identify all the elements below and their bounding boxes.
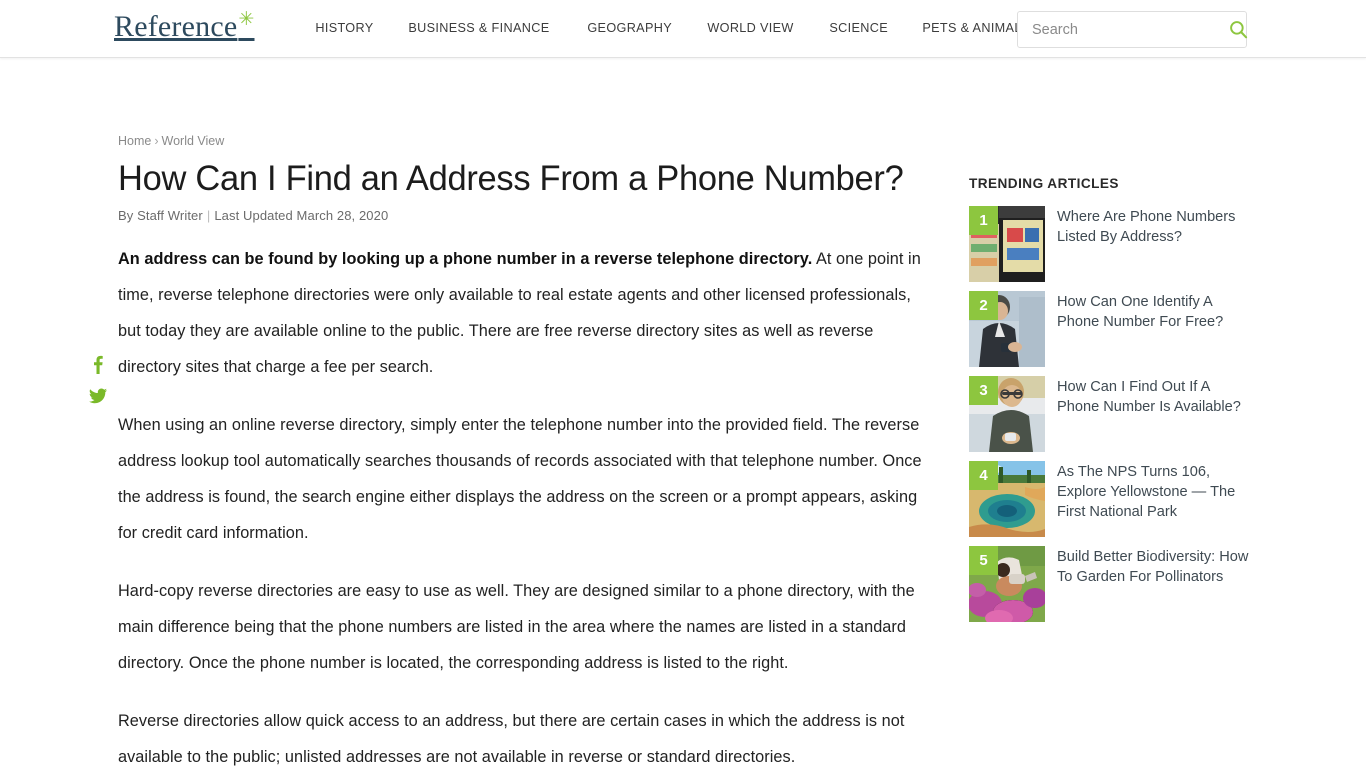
main-navigation: HISTORY BUSINESS & FINANCE GEOGRAPHY WOR… [300,20,1051,35]
twitter-share-icon[interactable] [88,386,108,406]
breadcrumb-home[interactable]: Home [118,134,151,148]
trending-rank-2: 2 [969,291,998,320]
trending-rank-5: 5 [969,546,998,575]
trending-item-2[interactable]: 2 How Can One Identify A Phone Number Fo… [969,291,1254,367]
nav-item-history[interactable]: HISTORY [300,20,389,35]
trending-thumbnail-3: 3 [969,376,1045,452]
trending-rank-4: 4 [969,461,998,490]
asterisk-icon: ✳ [238,9,255,30]
trending-rank-1: 1 [969,206,998,235]
trending-rank-3: 3 [969,376,998,405]
nav-item-business-finance[interactable]: BUSINESS & FINANCE [393,20,565,35]
trending-sidebar: TRENDING ARTICLES 1 Where Are Phone Numb… [969,176,1254,631]
search-input[interactable] [1018,12,1229,47]
article-body: An address can be found by looking up a … [89,241,936,768]
breadcrumb-separator: › [154,134,159,148]
trending-thumbnail-1: 1 [969,206,1045,282]
trending-item-4[interactable]: 4 As The NPS Turns 106, Explore Yellowst… [969,461,1254,537]
article-paragraph-3: Hard-copy reverse directories are easy t… [118,582,915,672]
trending-heading: TRENDING ARTICLES [969,176,1119,191]
article-paragraph-1-rest: At one point in time, reverse telephone … [118,250,921,376]
article-paragraph-4: Reverse directories allow quick access t… [118,712,905,766]
search-box[interactable] [1017,11,1248,48]
article-byline: By Staff Writer | Last Updated March 28, 2… [118,208,936,223]
social-share-rail [88,354,112,418]
search-icon [1230,21,1248,39]
trending-title-1: Where Are Phone Numbers Listed By Addres… [1057,209,1236,245]
trending-thumbnail-4: 4 [969,461,1045,537]
byline-divider: | [206,208,211,223]
byline-author: By Staff Writer [118,208,203,223]
breadcrumb-world-view[interactable]: World View [162,134,225,148]
trending-title-3: How Can I Find Out If A Phone Number Is … [1057,379,1241,415]
nav-item-geography[interactable]: GEOGRAPHY [572,20,687,35]
nav-item-science[interactable]: SCIENCE [814,20,903,35]
nav-item-world-view[interactable]: WORLD VIEW [692,20,809,35]
trending-title-4: As The NPS Turns 106, Explore Yellowston… [1057,464,1236,520]
article-paragraph-1: An address can be found by looking up a … [118,241,936,385]
article-lead-sentence: An address can be found by looking up a … [118,250,813,268]
search-button[interactable] [1229,12,1248,47]
trending-title-2: How Can One Identify A Phone Number For … [1057,294,1224,330]
byline-updated: Last Updated March 28, 2020 [214,208,389,223]
site-header: Reference✳ HISTORY BUSINESS & FINANCE GE… [0,0,1366,58]
site-logo-text: Reference [114,10,238,43]
facebook-share-icon[interactable] [88,354,108,374]
trending-title-5: Build Better Biodiversity: How To Garden… [1057,549,1249,585]
breadcrumb: Home › World View [118,132,936,150]
trending-item-3[interactable]: 3 How Can I Find Out If A Phone Number I… [969,376,1254,452]
trending-thumbnail-5: 5 [969,546,1045,622]
main-content: Home › World View How Can I Find an Addres… [89,132,936,768]
site-logo[interactable]: Reference✳ [114,9,255,43]
article-paragraph-2: When using an online reverse directory, … [118,416,922,542]
page-title: How Can I Find an Address From a Phone N… [118,159,904,198]
trending-thumbnail-2: 2 [969,291,1045,367]
trending-item-1[interactable]: 1 Where Are Phone Numbers Listed By Addr… [969,206,1254,282]
trending-item-5[interactable]: 5 Build Better Biodiversity: How To Gard… [969,546,1254,622]
